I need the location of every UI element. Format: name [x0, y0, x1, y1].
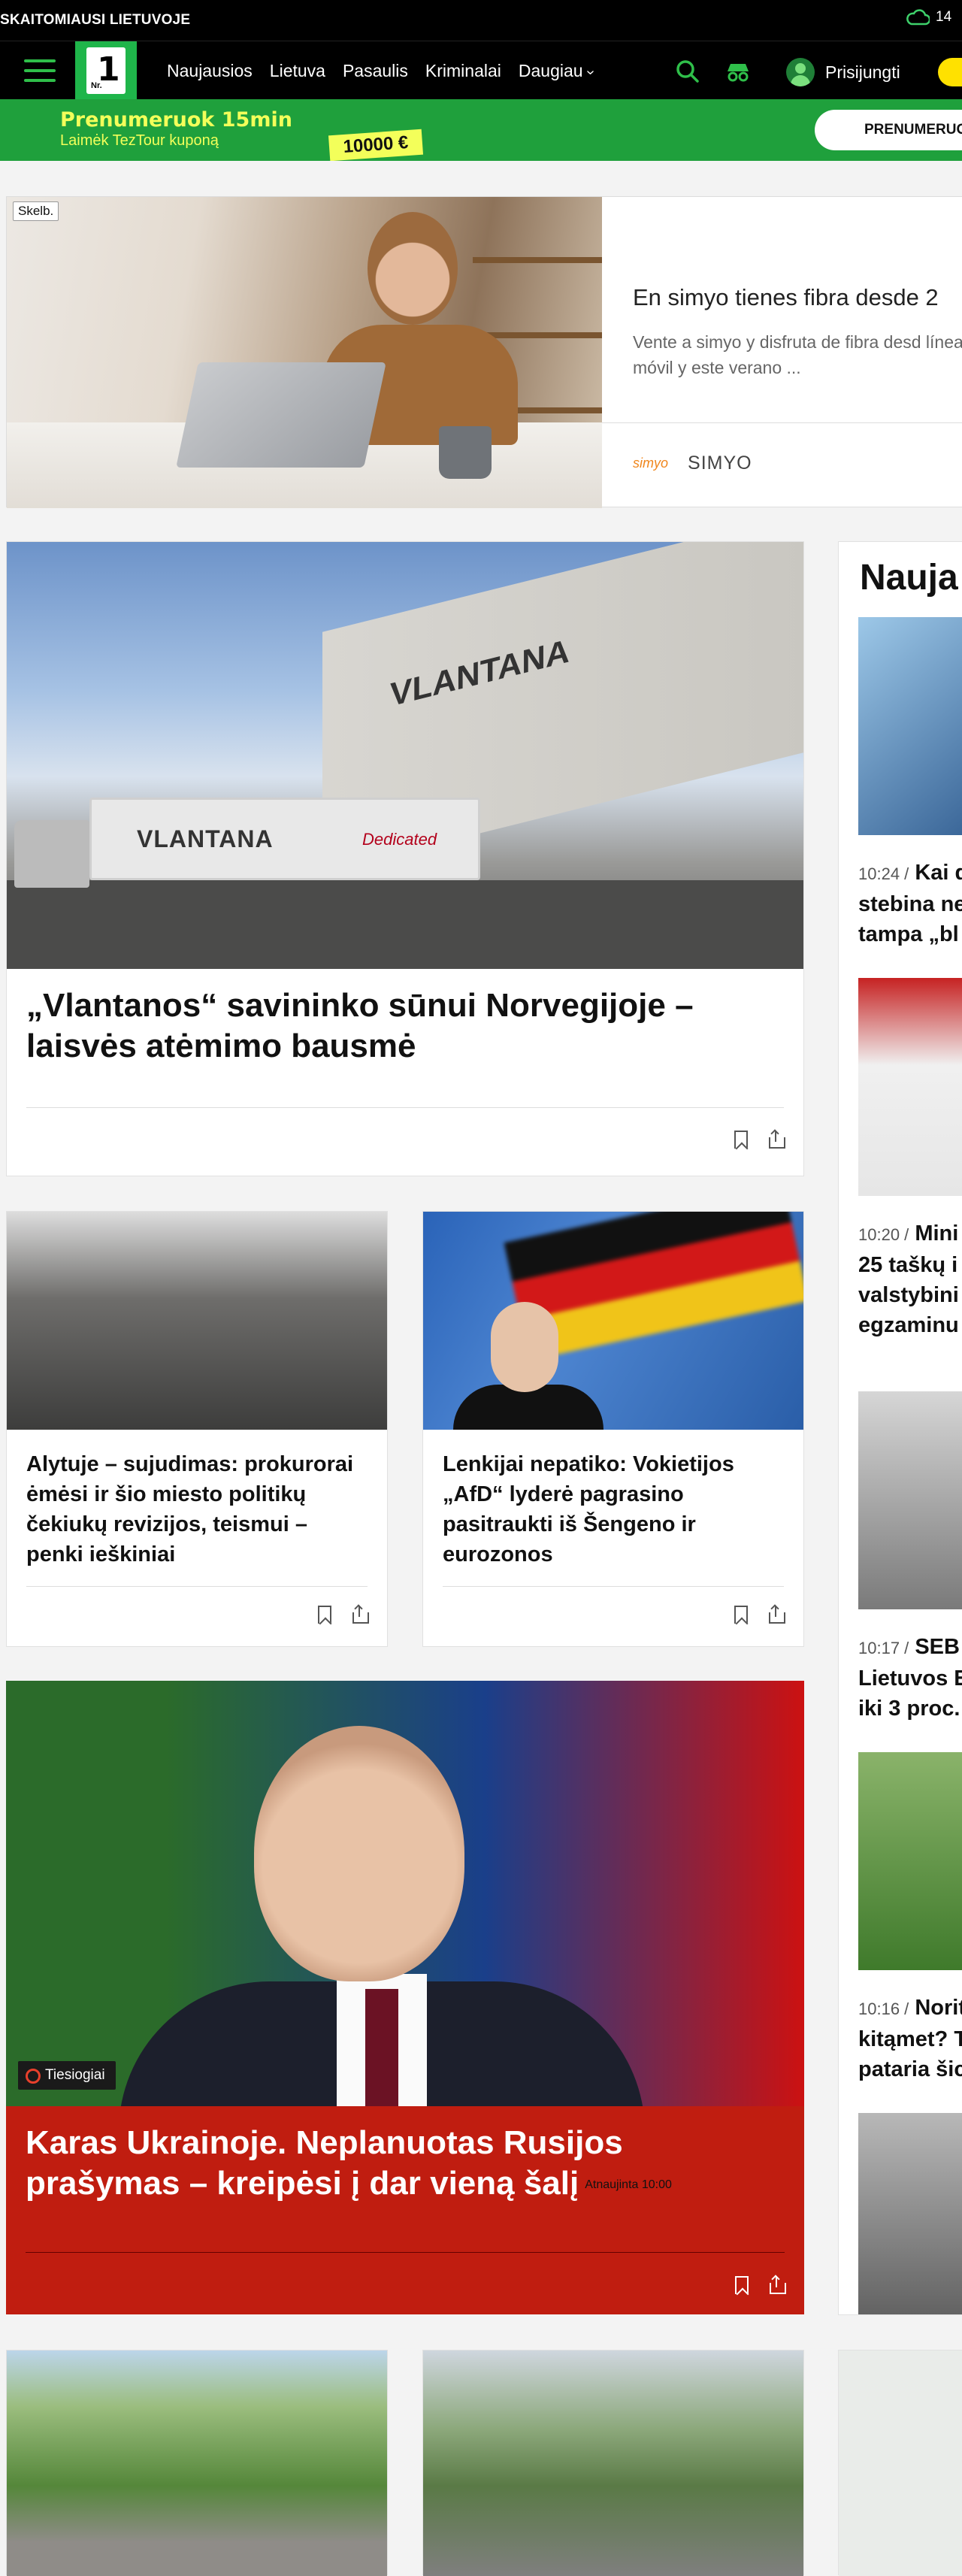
article-image-afd [423, 1212, 803, 1430]
nav-link-kriminalai[interactable]: Kriminalai [425, 61, 501, 81]
ad-description: Vente a simyo y disfruta de fibra desd l… [633, 332, 962, 377]
live-updated-time: Atnaujinta 10:00 [585, 2178, 672, 2192]
share-icon[interactable] [770, 2275, 786, 2294]
login-label: Prisijungti [825, 62, 900, 82]
ad-banner[interactable]: Skelb. En simyo tienes fibra desde 2 Ven… [6, 196, 962, 508]
article-card-alytus[interactable]: Alytuje – sujudimas: prokurorai ėmėsi ir… [6, 1211, 388, 1647]
promo-subtitle: Laimėk TezTour kuponą [60, 132, 219, 149]
main-navigation: 1 Nr. Naujausios Lietuva Pasaulis Krimina… [0, 41, 962, 100]
menu-icon[interactable] [24, 59, 56, 82]
article-card-crash[interactable] [422, 2350, 804, 2576]
article-image-crash [423, 2350, 803, 2576]
incognito-icon[interactable] [725, 58, 752, 85]
main-article-title[interactable]: „Vlantanos“ savininko sūnui Norvegijoje … [26, 985, 784, 1067]
live-article-image [6, 1681, 804, 2106]
article-image-tree [7, 2350, 387, 2576]
ad-headline: En simyo tienes fibra desde 2 [633, 284, 939, 310]
nav-links: Naujausios Lietuva Pasaulis Kriminalai D… [167, 61, 592, 81]
article-card-test[interactable] [838, 2350, 962, 2576]
sidebar-item[interactable] [858, 2113, 962, 2314]
article-image-conference [7, 1212, 387, 1430]
nav-link-lietuva[interactable]: Lietuva [270, 61, 325, 81]
main-article-image: VLANTANA VLANTANA Dedicated [7, 542, 803, 969]
user-icon [786, 58, 815, 86]
main-article-card[interactable]: VLANTANA VLANTANA Dedicated „Vlantanos“ s… [6, 541, 804, 1176]
share-icon[interactable] [769, 1129, 785, 1149]
article-title-afd[interactable]: Lenkijai nepatiko: Vokietijos „AfD“ lyde… [443, 1449, 784, 1570]
latest-news-sidebar: Nauja 10:24 / Kai dstebina netampa „bl 1… [838, 541, 962, 2315]
share-icon[interactable] [352, 1604, 369, 1624]
bookmark-icon[interactable] [735, 2276, 749, 2294]
promo-badge: 10000 € [328, 129, 424, 161]
sidebar-item[interactable]: 10:24 / Kai dstebina netampa „bl [858, 617, 962, 949]
site-tagline: SKAITOMIAUSI LIETUVOJE [0, 12, 191, 28]
ad-brand-logo: simyo [633, 456, 669, 471]
site-logo[interactable]: 1 Nr. [75, 41, 137, 100]
sidebar-item-image [858, 978, 962, 1196]
weather-widget[interactable]: 14 [906, 9, 951, 26]
cloud-icon [906, 9, 930, 26]
ad-image [7, 197, 602, 508]
login-button[interactable]: Prisijungti [786, 58, 900, 86]
search-icon[interactable] [674, 58, 701, 85]
sidebar-item-image [858, 617, 962, 835]
sidebar-heading: Nauja [860, 558, 958, 598]
promo-cta-button[interactable]: PRENUMERUO [815, 110, 962, 150]
top-bar: SKAITOMIAUSI LIETUVOJE 14 [0, 0, 962, 41]
article-card-tree[interactable] [6, 2350, 388, 2576]
subscribe-button[interactable] [938, 58, 962, 86]
sidebar-item[interactable]: 10:16 / Norit kitąmet? Tpataria šic [858, 1752, 962, 2084]
share-icon[interactable] [769, 1604, 785, 1624]
sidebar-item-image [858, 2113, 962, 2314]
sidebar-item-image [858, 1752, 962, 1970]
sidebar-item[interactable]: 10:20 / Mini 25 taškų i valstybini egzaminu [858, 978, 962, 1340]
article-card-afd[interactable]: Lenkijai nepatiko: Vokietijos „AfD“ lyde… [422, 1211, 804, 1647]
bookmark-icon[interactable] [734, 1131, 748, 1149]
live-article-title[interactable]: Karas Ukrainoje. Neplanuotas Rusijos pra… [26, 2123, 702, 2205]
promo-title: Prenumeruok 15min [60, 108, 292, 132]
sidebar-item-image [858, 1391, 962, 1609]
bookmark-icon[interactable] [318, 1606, 331, 1624]
weather-temperature: 14 [936, 9, 952, 25]
ad-brand: simyo SIMYO [633, 453, 752, 474]
live-article-card[interactable]: Tiesiogiai Karas Ukrainoje. Neplanuotas … [6, 1681, 804, 2314]
article-image-test [839, 2350, 962, 2576]
nav-link-naujausios[interactable]: Naujausios [167, 61, 253, 81]
ad-label: Skelb. [13, 201, 59, 221]
sidebar-item[interactable]: 10:17 / SEB Lietuvos Eiki 3 proc. [858, 1391, 962, 1724]
bookmark-icon[interactable] [734, 1606, 748, 1624]
nav-link-pasaulis[interactable]: Pasaulis [343, 61, 408, 81]
ad-brand-name: SIMYO [688, 453, 752, 474]
live-badge: Tiesiogiai [18, 2061, 116, 2090]
nav-link-daugiau[interactable]: Daugiau [519, 61, 592, 81]
promo-banner[interactable]: Prenumeruok 15min Laimėk TezTour kuponą … [0, 99, 962, 161]
article-title-alytus[interactable]: Alytuje – sujudimas: prokurorai ėmėsi ir… [26, 1449, 368, 1570]
